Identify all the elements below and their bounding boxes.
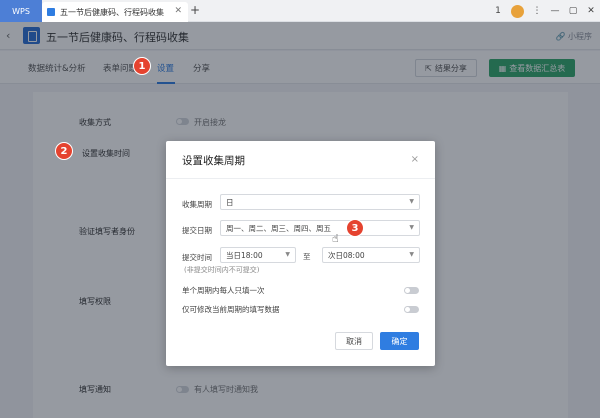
overlay-top [0,22,600,84]
close-icon[interactable]: × [411,154,419,165]
to-label: 至 [303,252,311,261]
collection-cycle-dialog: 设置收集周期 × 收集周期 日 ▼ 提交日期 周一、周二、周三、周四、周五 ▼ … [166,141,435,366]
start-time-value: 当日18:00 [226,250,263,260]
once-per-cycle-switch[interactable] [404,287,419,294]
dialog-divider [166,178,435,179]
start-time-select[interactable]: 当日18:00 ▼ [220,247,296,263]
cancel-button[interactable]: 取消 [335,332,373,350]
submit-date-label: 提交日期 [182,226,212,235]
end-time-select[interactable]: 次日08:00 ▼ [322,247,420,263]
maximize-icon[interactable]: ▢ [564,6,582,16]
window-box-icon[interactable]: 1 [489,6,507,16]
title-bar: WPS 五一节后健康码、行程码收集 ✕ + 1 ⋮ — ▢ ✕ [0,0,600,22]
callout-3: 3 [346,219,364,237]
submit-time-label: 提交时间 [182,253,212,262]
once-per-cycle-label: 单个周期内每人只填一次 [182,286,265,295]
edit-current-only-label: 仅可修改当前周期的填写数据 [182,305,280,314]
confirm-button[interactable]: 确定 [380,332,419,350]
end-time-value: 次日08:00 [328,250,365,260]
submit-date-value: 周一、周二、周三、周四、周五 [226,223,331,233]
chevron-down-icon: ▼ [409,224,414,231]
wps-home-tab[interactable]: WPS [0,0,42,22]
submit-date-select[interactable]: 周一、周二、周三、周四、周五 ▼ [220,220,420,236]
edit-current-only-switch[interactable] [404,306,419,313]
document-tab[interactable]: 五一节后健康码、行程码收集 ✕ [42,2,188,22]
document-tab-title: 五一节后健康码、行程码收集 [60,7,164,17]
cycle-select[interactable]: 日 ▼ [220,194,420,210]
hand-cursor-icon: ☝ [332,232,339,245]
chevron-down-icon: ▼ [409,198,414,205]
window-controls: 1 ⋮ — ▢ ✕ [489,0,600,22]
form-doc-icon [47,8,55,16]
cycle-label: 收集周期 [182,200,212,209]
close-window-icon[interactable]: ✕ [582,6,600,16]
submit-time-hint: (非提交时间内不可提交) [184,266,260,274]
callout-2: 2 [55,142,73,160]
dialog-title: 设置收集周期 [182,155,245,167]
avatar[interactable] [511,4,524,18]
new-tab-button[interactable]: + [190,3,200,17]
chevron-down-icon: ▼ [285,251,290,258]
chevron-down-icon: ▼ [409,251,414,258]
menu-icon[interactable]: ⋮ [528,6,546,16]
cycle-value: 日 [226,197,234,207]
minimize-icon[interactable]: — [546,6,564,16]
callout-1: 1 [133,57,151,75]
close-tab-icon[interactable]: ✕ [174,6,182,16]
